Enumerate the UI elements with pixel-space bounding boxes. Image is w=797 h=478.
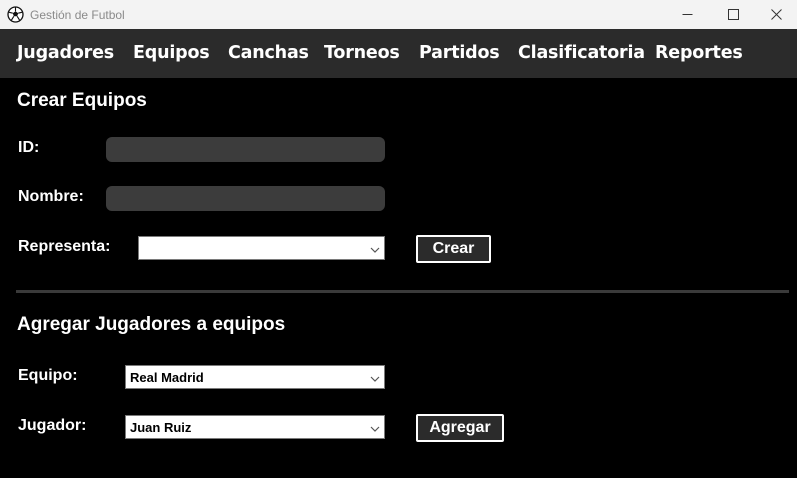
maximize-button[interactable]	[710, 0, 756, 29]
represents-label: Representa:	[18, 238, 111, 255]
team-select-value: Real Madrid	[130, 370, 204, 385]
chevron-down-icon	[370, 372, 380, 382]
menu-item-reportes[interactable]: Reportes	[655, 43, 743, 63]
menu-item-partidos[interactable]: Partidos	[419, 43, 500, 63]
menu-item-clasificatoria[interactable]: Clasificatoria	[518, 43, 645, 63]
represents-select[interactable]	[138, 236, 385, 260]
id-field[interactable]	[106, 137, 385, 162]
close-icon	[770, 9, 782, 20]
create-team-title: Crear Equipos	[17, 90, 147, 111]
menu-item-equipos[interactable]: Equipos	[133, 43, 210, 63]
minimize-button[interactable]	[664, 0, 710, 29]
player-select[interactable]: Juan Ruiz	[125, 415, 385, 439]
menu-item-jugadores[interactable]: Jugadores	[17, 43, 114, 63]
close-button[interactable]	[753, 0, 797, 29]
soccer-ball-icon	[7, 6, 24, 23]
add-button[interactable]: Agregar	[416, 414, 504, 442]
window-title: Gestión de Futbol	[30, 8, 125, 22]
name-label: Nombre:	[18, 188, 84, 205]
team-select[interactable]: Real Madrid	[125, 365, 385, 389]
menu-item-torneos[interactable]: Torneos	[324, 43, 400, 63]
name-field[interactable]	[106, 186, 385, 211]
id-label: ID:	[18, 139, 40, 156]
chevron-down-icon	[370, 243, 380, 253]
menu-bar: Jugadores Equipos Canchas Torneos Partid…	[0, 29, 797, 78]
maximize-icon	[727, 9, 739, 20]
player-label: Jugador:	[18, 417, 87, 434]
chevron-down-icon	[370, 422, 380, 432]
menu-item-canchas[interactable]: Canchas	[228, 43, 309, 63]
minimize-icon	[682, 9, 693, 20]
create-button[interactable]: Crear	[416, 235, 491, 263]
section-divider	[16, 290, 789, 293]
app-window: Gestión de Futbol Jugadores Equipos Canc…	[0, 0, 797, 478]
team-label: Equipo:	[18, 367, 78, 384]
add-players-title: Agregar Jugadores a equipos	[17, 314, 286, 335]
player-select-value: Juan Ruiz	[130, 420, 192, 435]
title-bar: Gestión de Futbol	[0, 0, 797, 29]
